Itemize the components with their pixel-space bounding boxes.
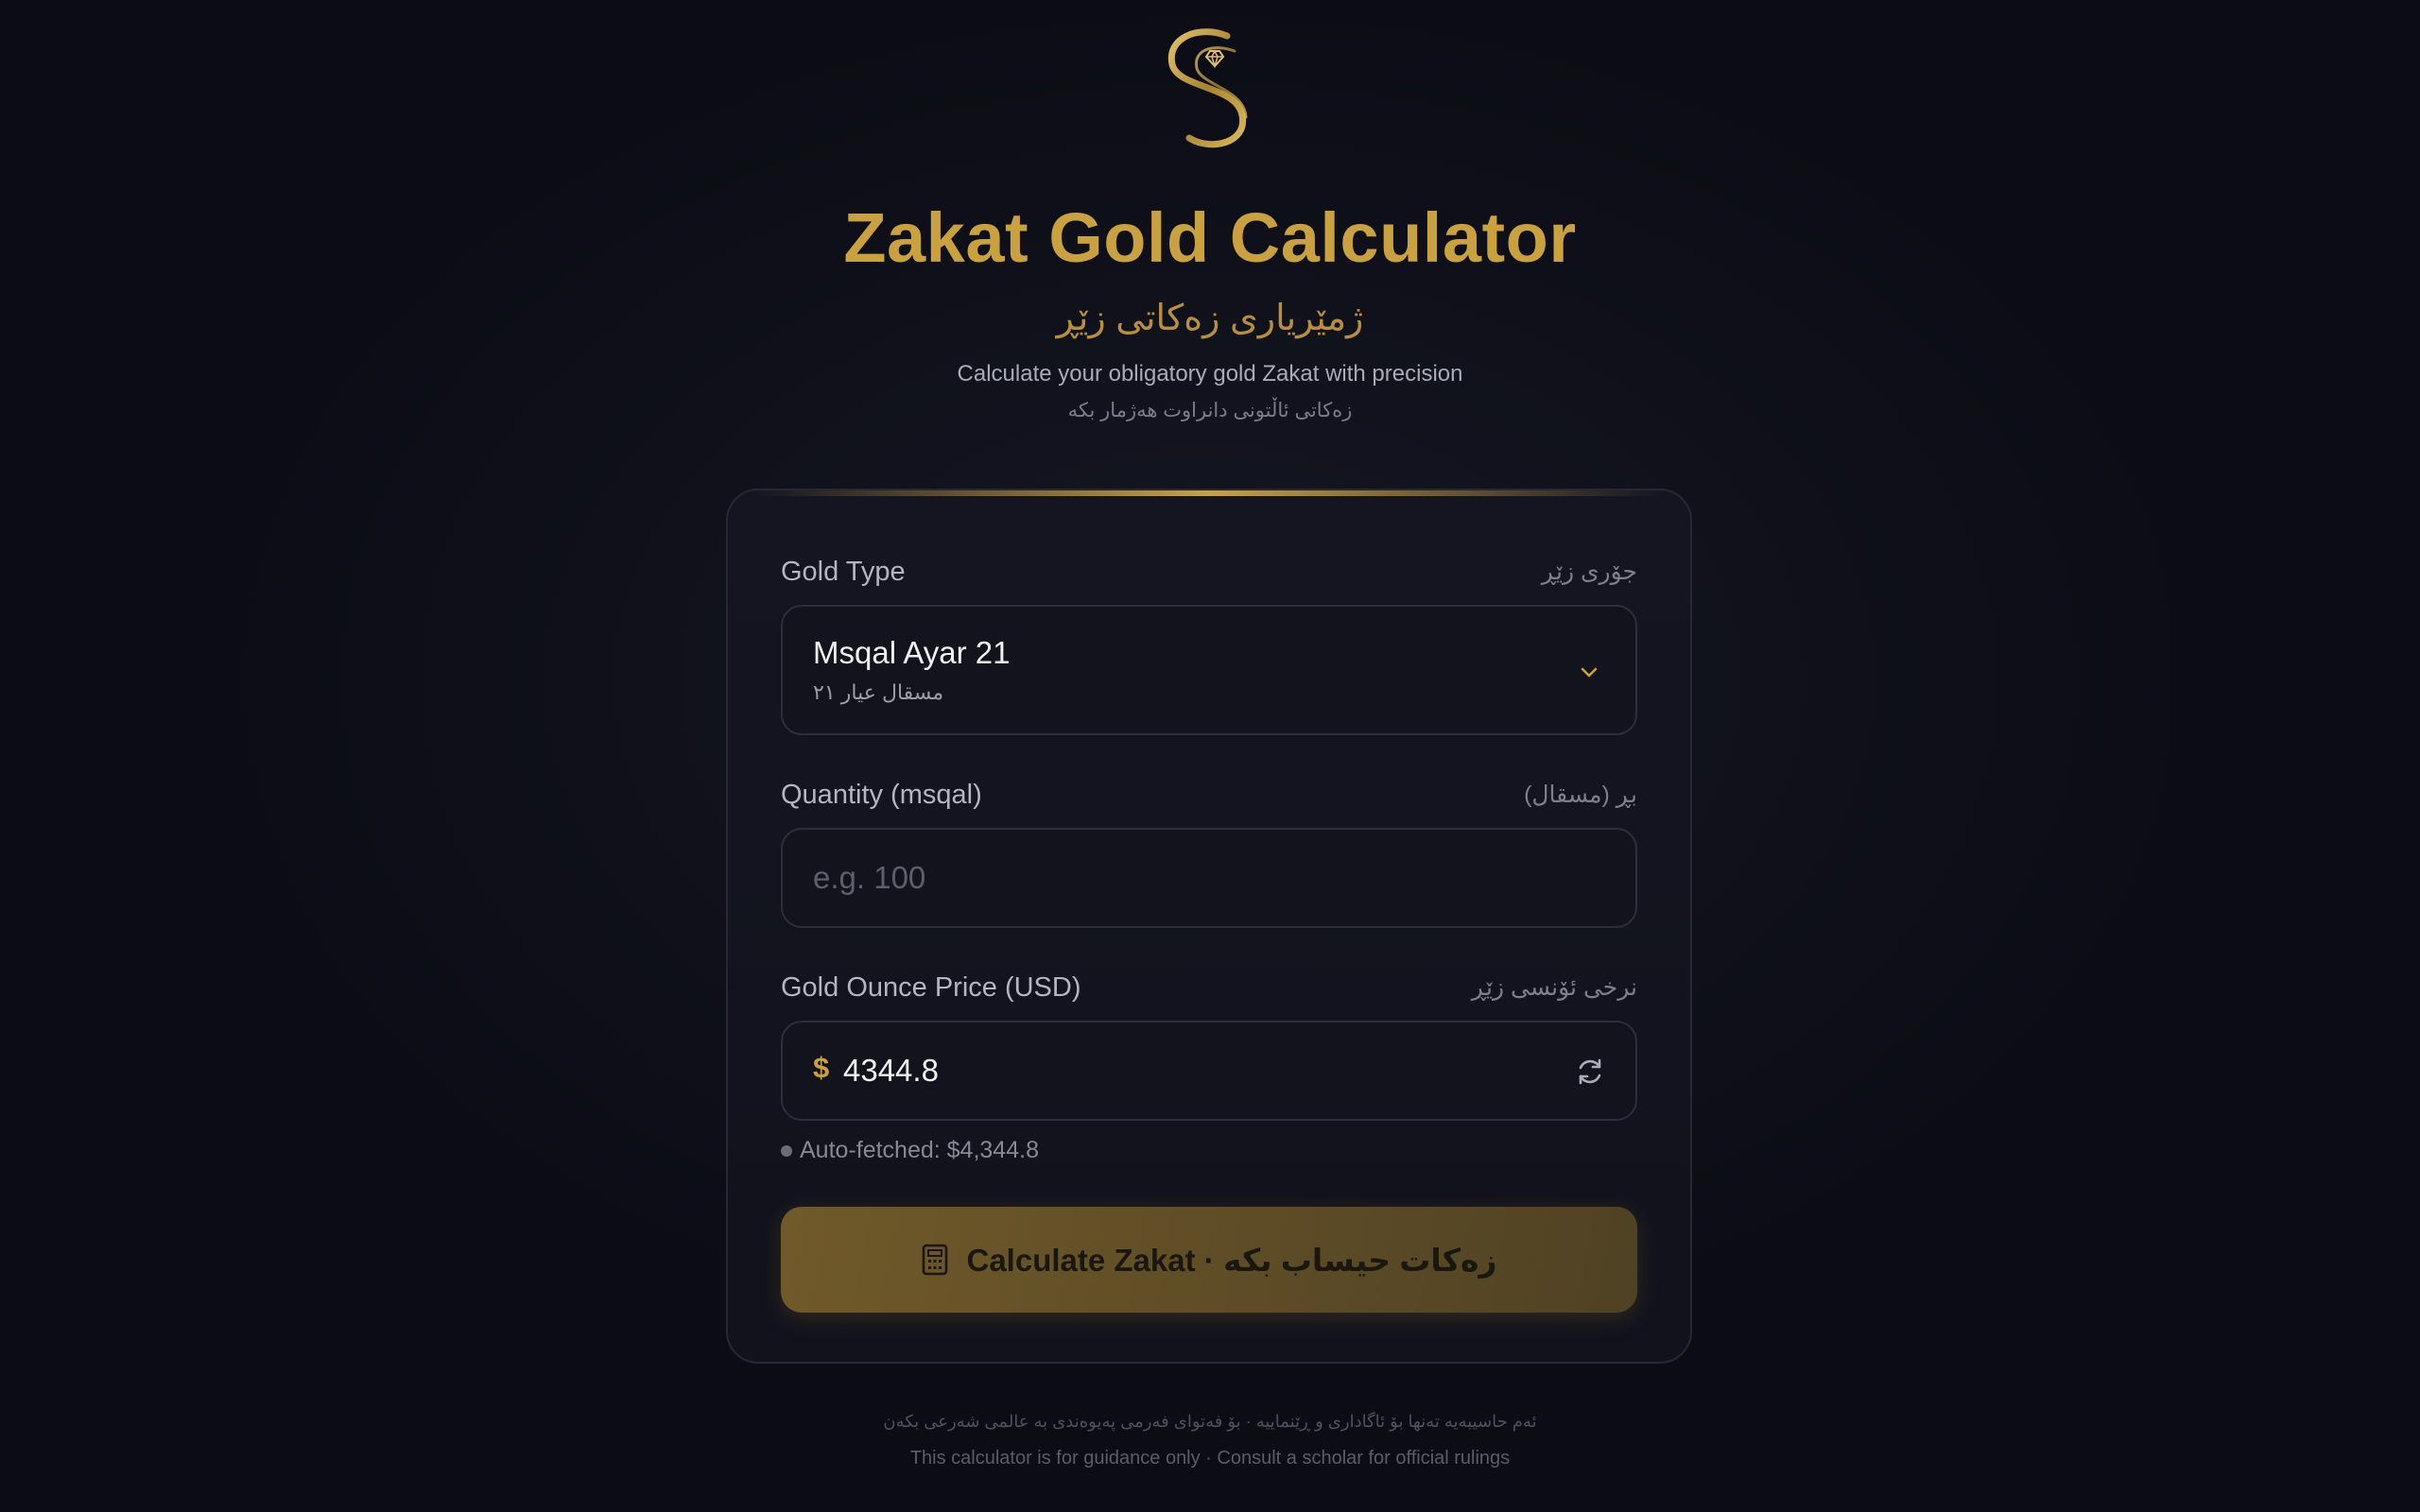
footer-disclaimer-kurdish: ئەم حاسیبەیە تەنها بۆ ئاگاداری و ڕێنمایی… — [883, 1412, 1537, 1431]
gold-type-label-kurdish: جۆری زێڕ — [1541, 558, 1637, 585]
chevron-down-icon — [1581, 667, 1598, 678]
refresh-icon[interactable] — [1573, 1055, 1607, 1089]
ounce-price-input[interactable] — [843, 1022, 1599, 1119]
gold-type-label: Gold Type — [781, 556, 906, 587]
auto-fetched-status: Auto-fetched: $4,344.8 — [781, 1137, 1039, 1164]
ounce-price-label-row: Gold Ounce Price (USD) نرخی ئۆنسی زێڕ — [781, 969, 1637, 1006]
gold-type-selected-value: Msqal Ayar 21 — [813, 635, 1011, 670]
dollar-sign: $ — [813, 1051, 830, 1084]
auto-fetched-text: Auto-fetched: $4,344.8 — [800, 1137, 1039, 1163]
page-tagline: Calculate your obligatory gold Zakat wit… — [957, 361, 1463, 387]
page-subtitle-kurdish: ژمێریاری زەکاتی زێڕ — [1056, 299, 1364, 338]
ounce-price-field: $ — [781, 1021, 1637, 1121]
quantity-field — [781, 828, 1637, 928]
quantity-label-kurdish: بڕ (مسقال) — [1524, 782, 1637, 808]
quantity-label-row: Quantity (msqal) بڕ (مسقال) — [781, 776, 1637, 814]
calculate-zakat-button[interactable]: Calculate Zakat · زەکات حیساب بکە — [781, 1207, 1637, 1313]
page-tagline-kurdish: زەکاتی ئاڵتونی دانراوت هەژمار بکە — [1067, 400, 1353, 421]
ounce-price-label: Gold Ounce Price (USD) — [781, 971, 1081, 1003]
status-dot-icon — [781, 1144, 792, 1157]
logo-icon — [1167, 28, 1248, 148]
calculator-card: Gold Type جۆری زێڕ Msqal Ayar 21 مسقال ع… — [726, 489, 1692, 1364]
card-accent-line — [756, 490, 1662, 496]
gold-type-selected-value-kurdish: مسقال عيار ٢١ — [813, 680, 944, 704]
ounce-price-label-kurdish: نرخی ئۆنسی زێڕ — [1471, 974, 1637, 1001]
gold-type-label-row: Gold Type جۆری زێڕ — [781, 553, 1637, 591]
gold-type-select[interactable]: Msqal Ayar 21 مسقال عيار ٢١ — [781, 605, 1637, 735]
calculator-icon — [922, 1244, 947, 1276]
quantity-input[interactable] — [813, 830, 1569, 926]
page-title: Zakat Gold Calculator — [843, 198, 1577, 277]
calculate-zakat-label: Calculate Zakat · زەکات حیساب بکە — [966, 1242, 1497, 1278]
footer-disclaimer: This calculator is for guidance only · C… — [909, 1448, 1511, 1469]
quantity-label: Quantity (msqal) — [781, 779, 982, 810]
